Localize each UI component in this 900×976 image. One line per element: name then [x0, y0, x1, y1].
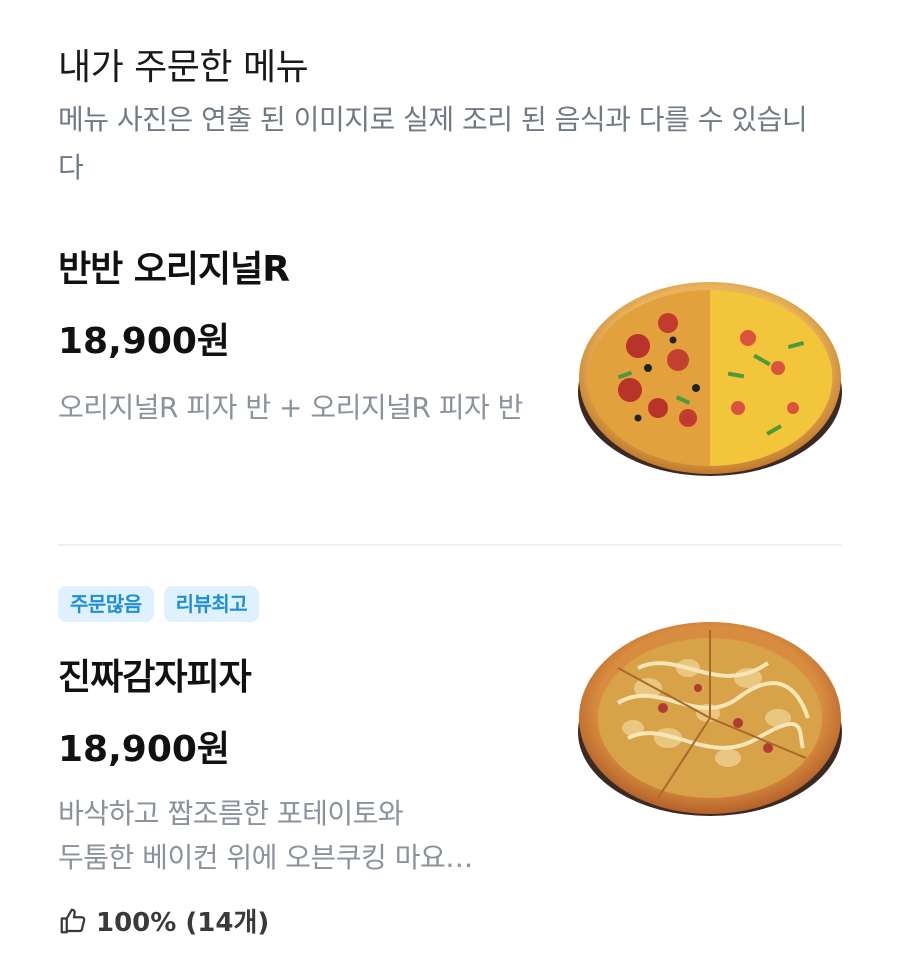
- thumbs-up-icon: [60, 908, 86, 933]
- badge-most-ordered: 주문많음: [58, 586, 154, 622]
- item-description-line: 두툼한 베이컨 위에 오븐쿠킹 마요…: [58, 841, 473, 874]
- pizza-image: [578, 622, 842, 816]
- menu-item-banban-original[interactable]: 반반 오리지널R 18,900원 오리지널R 피자 반 + 오리지널R 피자 반: [58, 240, 842, 490]
- badge-list: 주문많음 리뷰최고: [58, 586, 260, 622]
- item-price: 18,900원: [58, 729, 231, 770]
- pizza-image: [578, 282, 842, 476]
- item-price: 18,900원: [58, 321, 231, 362]
- divider: [58, 544, 842, 546]
- badge-best-review: 리뷰최고: [163, 586, 260, 622]
- menu-item-real-potato-pizza[interactable]: 주문많음 리뷰최고 진짜감자피자 18,900원 바삭하고 짭조름한 포테이토와…: [58, 584, 842, 954]
- item-description-line: 바삭하고 짭조름한 포테이토와: [58, 797, 404, 830]
- page-title: 내가 주문한 메뉴: [58, 47, 309, 88]
- item-name: 반반 오리지널R: [58, 249, 290, 290]
- item-description: 오리지널R 피자 반 + 오리지널R 피자 반: [58, 391, 523, 424]
- item-description: 바삭하고 짭조름한 포테이토와 두툼한 베이컨 위에 오븐쿠킹 마요…: [58, 792, 538, 880]
- item-name: 진짜감자피자: [58, 657, 252, 698]
- rating-text: 100% (14개): [96, 908, 270, 938]
- rating: 100% (14개): [58, 902, 269, 939]
- menu-photo-notice: 메뉴 사진은 연출 된 이미지로 실제 조리 된 음식과 다를 수 있습니다: [58, 103, 808, 184]
